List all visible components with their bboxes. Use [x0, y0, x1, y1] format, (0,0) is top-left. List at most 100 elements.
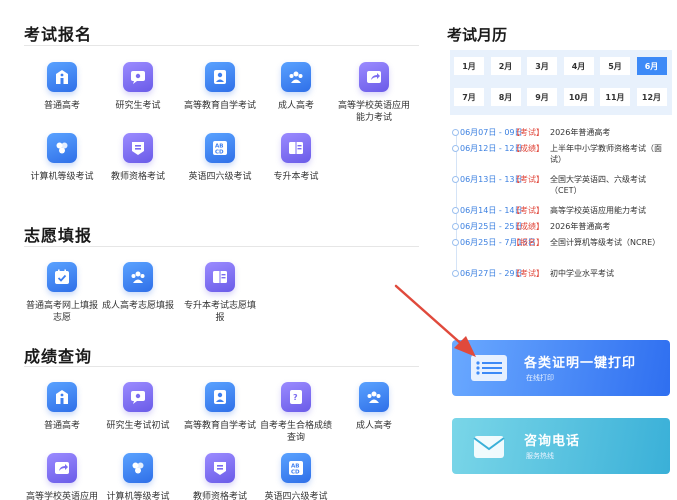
item-label: 普通高考 — [43, 101, 80, 111]
calendar-title: 考试月历 — [447, 26, 508, 44]
section-divider — [24, 246, 419, 247]
item-label: 高等学校英语应用 — [25, 492, 98, 500]
school-building-icon — [47, 382, 77, 412]
month-button[interactable]: 7月 — [454, 88, 484, 106]
book-open-icon — [281, 133, 311, 163]
envelope-icon — [473, 436, 505, 458]
question-document-icon: ? — [281, 382, 311, 412]
event-text: 全国大学英语四、六级考试（CET） — [550, 175, 646, 195]
item-scores-1[interactable]: 研究生考试初试 — [100, 382, 176, 432]
month-button[interactable]: 1月 — [454, 57, 484, 75]
abcd-letters-icon: AB CD — [205, 133, 235, 163]
item-label: 高等教育自学考试 — [183, 421, 256, 431]
section-divider — [24, 366, 419, 367]
item-label: 普通高考 — [43, 421, 80, 431]
item-label: 专升本考试志愿填报 — [183, 301, 256, 323]
item-registration-0[interactable]: 普通高考 — [24, 62, 100, 112]
item-scores-2[interactable]: 高等教育自学考试 — [182, 382, 258, 432]
event-text: 初中学业水平考试 — [550, 269, 614, 278]
month-button[interactable]: 9月 — [527, 88, 557, 106]
item-registration-7[interactable]: AB CD 英语四六级考试 — [182, 133, 258, 183]
item-scores-5[interactable]: 高等学校英语应用 — [24, 453, 100, 500]
item-registration-5[interactable]: 计算机等级考试 — [24, 133, 100, 183]
event-tag: 【考试】 — [512, 269, 544, 278]
item-label: 专升本考试 — [273, 172, 319, 182]
item-volunteer-0[interactable]: 普通高考网上填报志愿 — [24, 262, 100, 324]
item-registration-8[interactable]: 专升本考试 — [258, 133, 334, 183]
item-label: 普通高考网上填报志愿 — [25, 301, 98, 323]
calendar-event[interactable]: 06月12日 - 12日 【成绩】 上半年中小学教师资格考试（面试） — [452, 143, 672, 169]
calendar-check-icon — [47, 262, 77, 292]
item-scores-3[interactable]: ? 自考考生合格成绩查询 — [258, 382, 334, 444]
people-group-icon — [359, 382, 389, 412]
month-grid: 1月 2月 3月 4月 5月 6月 7月 8月 9月 10月 11月 12月 — [450, 50, 672, 115]
item-label: 成人高考 — [277, 101, 314, 111]
item-registration-1[interactable]: 研究生考试 — [100, 62, 176, 112]
timeline-dot-icon — [452, 223, 459, 230]
item-label: 教师资格考试 — [192, 492, 247, 500]
teacher-badge-icon — [205, 453, 235, 483]
event-text: 高等学校英语应用能力考试 — [550, 206, 646, 215]
item-label: 教师资格考试 — [110, 172, 165, 182]
item-registration-4[interactable]: 高等学校英语应用能力考试 — [336, 62, 412, 124]
item-volunteer-1[interactable]: 成人高考志愿填报 — [100, 262, 176, 312]
hotline-banner-title: 咨询电话 — [524, 434, 581, 449]
item-label: 计算机等级考试 — [30, 172, 94, 182]
share-arrow-icon — [47, 453, 77, 483]
event-tag: 【考试】 — [512, 206, 544, 215]
event-tag: 【考试】 — [512, 128, 544, 137]
timeline-dot-icon — [452, 129, 459, 136]
timeline-dot-icon — [452, 239, 459, 246]
event-tag: 【考试】 — [512, 175, 544, 184]
portrait-id-icon — [205, 62, 235, 92]
people-group-icon — [123, 262, 153, 292]
month-button[interactable]: 11月 — [600, 88, 630, 106]
calendar-event[interactable]: 06月13日 - 13日 【考试】 全国大学英语四、六级考试（CET） — [452, 174, 672, 200]
item-label: 高等教育自学考试 — [183, 101, 256, 111]
graduate-chat-icon — [123, 382, 153, 412]
teacher-badge-icon — [123, 133, 153, 163]
item-label: 高等学校英语应用能力考试 — [337, 101, 410, 123]
item-volunteer-2[interactable]: 专升本考试志愿填报 — [182, 262, 258, 324]
month-button[interactable]: 3月 — [527, 57, 557, 75]
calendar-event[interactable]: 06月25日 - 7月15日 【报名】 全国计算机等级考试（NCRE） — [452, 237, 672, 263]
month-button[interactable]: 12月 — [636, 88, 667, 106]
event-text: 上半年中小学教师资格考试（面试） — [550, 144, 662, 164]
month-button[interactable]: 5月 — [600, 57, 630, 75]
section-divider — [24, 45, 419, 46]
item-registration-6[interactable]: 教师资格考试 — [100, 133, 176, 183]
item-label: 自考考生合格成绩查询 — [259, 421, 332, 443]
abcd-letters-icon: AB CD — [281, 453, 311, 483]
item-registration-3[interactable]: 成人高考 — [258, 62, 334, 112]
event-tag: 【成绩】 — [512, 222, 544, 231]
section-title-registration: 考试报名 — [24, 25, 93, 44]
item-scores-4[interactable]: 成人高考 — [336, 382, 412, 432]
item-label: 英语四六级考试 — [188, 172, 252, 182]
calendar-event[interactable]: 06月27日 - 29日 【考试】 初中学业水平考试 — [452, 268, 672, 294]
item-registration-2[interactable]: 高等教育自学考试 — [182, 62, 258, 112]
item-scores-0[interactable]: 普通高考 — [24, 382, 100, 432]
month-button[interactable]: 6月 — [636, 57, 667, 75]
item-scores-8[interactable]: AB CD 英语四六级考试 — [258, 453, 334, 500]
month-button[interactable]: 4月 — [563, 57, 594, 75]
month-button[interactable]: 2月 — [490, 57, 521, 75]
item-label: 研究生考试初试 — [106, 421, 170, 431]
svg-text:CD: CD — [215, 150, 224, 156]
hexagon-cluster-icon — [123, 453, 153, 483]
section-title-scores: 成绩查询 — [24, 347, 93, 366]
print-certificate-banner[interactable]: 各类证明一键打印 在线打印 — [452, 340, 670, 396]
item-label: 成人高考 — [355, 421, 392, 431]
item-scores-7[interactable]: 教师资格考试 — [182, 453, 258, 500]
graduate-chat-icon — [123, 62, 153, 92]
item-scores-6[interactable]: 计算机等级考试 — [100, 453, 176, 500]
hotline-banner[interactable]: 咨询电话 服务热线 — [452, 418, 670, 474]
timeline-dot-icon — [452, 176, 459, 183]
item-label: 研究生考试 — [115, 101, 161, 111]
share-arrow-icon — [359, 62, 389, 92]
hotline-banner-subtitle: 服务热线 — [526, 452, 554, 460]
timeline-dot-icon — [452, 207, 459, 214]
month-button[interactable]: 10月 — [563, 88, 594, 106]
event-tag: 【报名】 — [512, 238, 544, 247]
print-banner-subtitle: 在线打印 — [526, 374, 554, 382]
month-button[interactable]: 8月 — [490, 88, 521, 106]
